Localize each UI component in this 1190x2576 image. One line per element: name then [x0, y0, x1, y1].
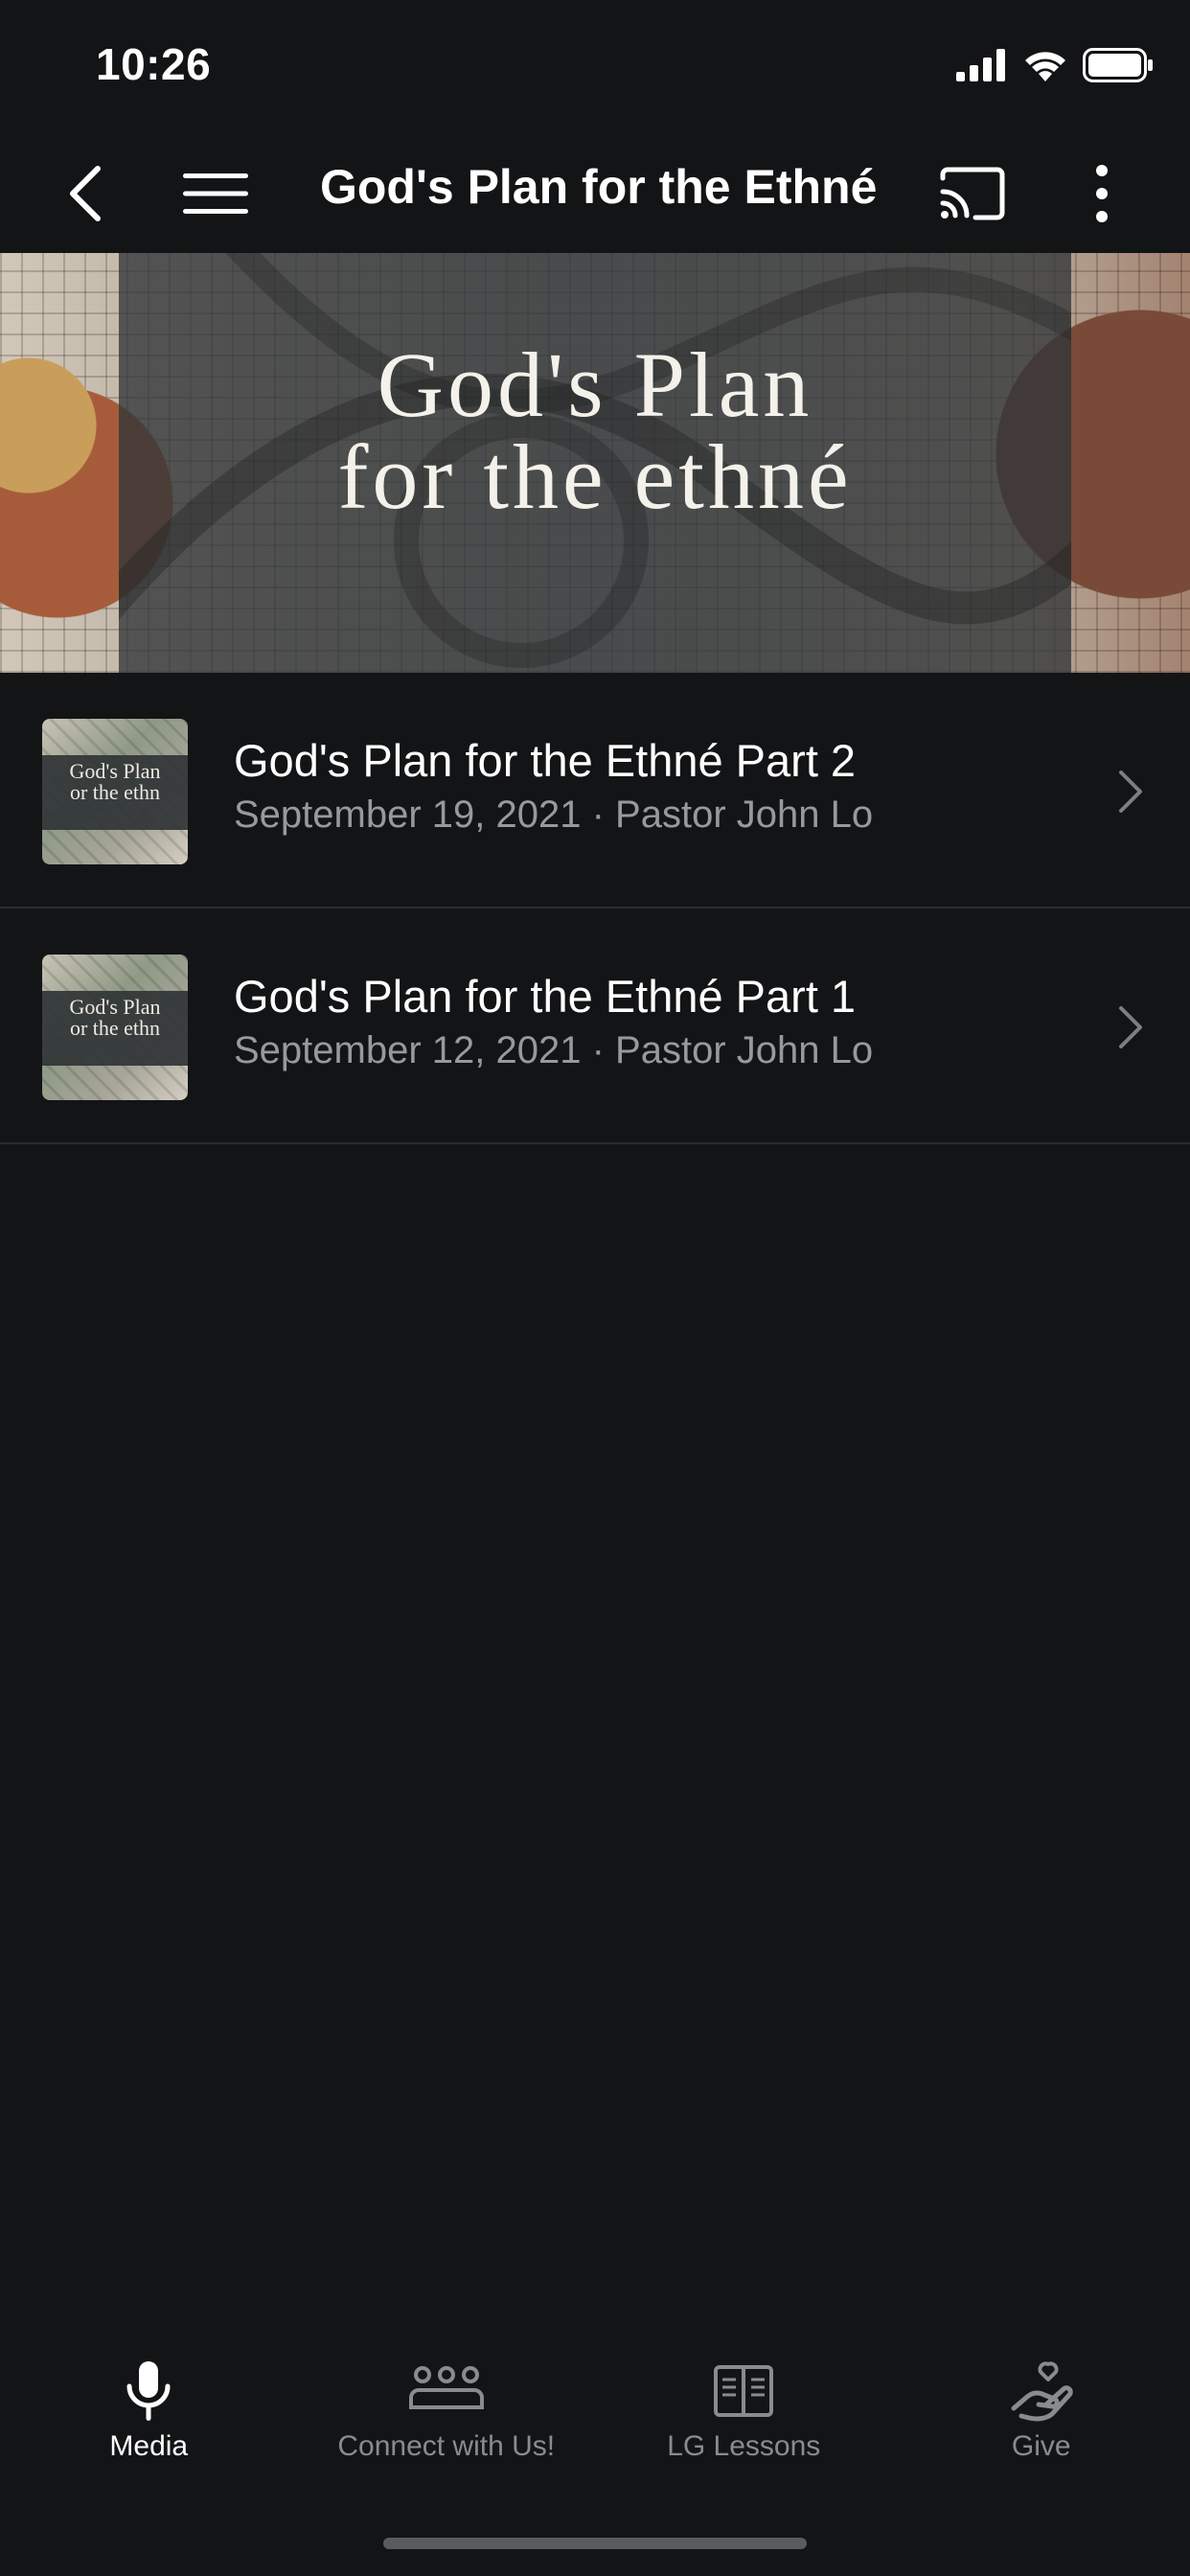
- home-indicator[interactable]: [383, 2538, 807, 2549]
- wifi-icon: [1025, 52, 1065, 81]
- tab-icon-wrap: [124, 2358, 173, 2425]
- page-title: God's Plan for the Ethné: [320, 160, 878, 214]
- microphone-icon: [126, 2361, 171, 2421]
- cast-icon: [940, 167, 1005, 220]
- chevron-right-icon: [1119, 770, 1142, 813]
- banner-title-line-2: for the ethné: [337, 426, 853, 528]
- more-options-button[interactable]: [1064, 134, 1140, 253]
- thumbnail-text-line-1: God's Plan: [69, 997, 161, 1019]
- menu-button[interactable]: [172, 134, 259, 253]
- sermon-thumbnail: God's Plan or the ethn: [42, 954, 188, 1100]
- people-group-icon: [408, 2366, 484, 2409]
- chevron-right-icon: [1119, 1006, 1142, 1048]
- thumbnail-text: God's Plan or the ethn: [42, 997, 188, 1039]
- sermon-thumbnail: God's Plan or the ethn: [42, 719, 188, 864]
- thumbnail-text-line-2: or the ethn: [69, 780, 161, 803]
- bottom-tab-bar: Media Connect with Us! LG Lessons Give: [0, 2338, 1190, 2482]
- series-banner: God's Plan for the ethné: [0, 253, 1190, 673]
- back-button[interactable]: [48, 134, 125, 253]
- thumbnail-text-line-1: God's Plan: [69, 761, 161, 783]
- nav-bar: God's Plan for the Ethné: [0, 134, 1190, 253]
- sermon-list-item[interactable]: God's Plan or the ethn God's Plan for th…: [0, 908, 1190, 1144]
- tab-label: LG Lessons: [667, 2430, 821, 2462]
- banner-title: God's Plan for the ethné: [119, 339, 1071, 523]
- sermon-subtitle: September 12, 2021 · Pastor John Lo: [234, 1029, 874, 1071]
- open-book-icon: [714, 2365, 774, 2417]
- status-icons: [956, 48, 1154, 82]
- tab-label: Connect with Us!: [337, 2430, 556, 2462]
- tab-lg-lessons[interactable]: LG Lessons: [595, 2338, 893, 2482]
- more-vertical-icon: [1096, 165, 1108, 222]
- sermon-list: God's Plan or the ethn God's Plan for th…: [0, 673, 1190, 1144]
- tab-connect[interactable]: Connect with Us!: [298, 2338, 596, 2482]
- sermon-title: God's Plan for the Ethné Part 2: [234, 735, 857, 786]
- sermon-subtitle: September 19, 2021 · Pastor John Lo: [234, 794, 874, 836]
- cellular-signal-icon: [956, 49, 1005, 81]
- tab-icon-wrap: [713, 2358, 774, 2425]
- hand-heart-icon: [1011, 2361, 1073, 2422]
- banner-title-line-1: God's Plan: [377, 334, 813, 436]
- tab-give[interactable]: Give: [893, 2338, 1190, 2482]
- tab-icon-wrap: [1010, 2358, 1073, 2425]
- cast-button[interactable]: [929, 134, 1016, 253]
- thumbnail-text-line-2: or the ethn: [69, 1016, 161, 1039]
- tab-label: Media: [109, 2430, 189, 2462]
- chevron-left-icon: [70, 166, 101, 221]
- tab-icon-wrap: [408, 2358, 484, 2425]
- tab-media[interactable]: Media: [0, 2338, 298, 2482]
- status-time: 10:26: [96, 39, 212, 89]
- sermon-list-item[interactable]: God's Plan or the ethn God's Plan for th…: [0, 673, 1190, 908]
- status-bar: 10:26: [0, 0, 1190, 134]
- thumbnail-text: God's Plan or the ethn: [42, 761, 188, 803]
- battery-icon: [1083, 48, 1153, 82]
- sermon-title: God's Plan for the Ethné Part 1: [234, 971, 857, 1022]
- hamburger-icon: [183, 173, 248, 214]
- tab-label: Give: [1011, 2430, 1071, 2462]
